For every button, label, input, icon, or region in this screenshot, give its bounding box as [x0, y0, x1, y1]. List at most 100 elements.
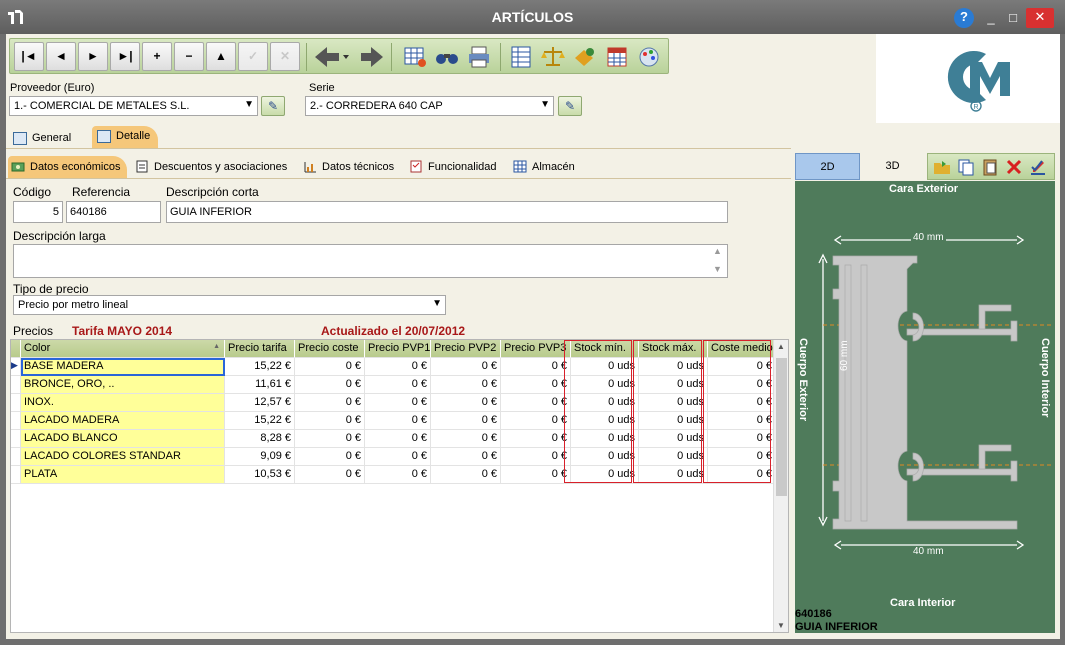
table-cell[interactable]: 0 €: [365, 466, 431, 484]
table-cell[interactable]: 0 €: [501, 412, 571, 430]
grid-header-cell[interactable]: Precio PVP2: [431, 340, 501, 358]
table-cell[interactable]: 0 €: [501, 358, 571, 376]
table-cell[interactable]: 0 €: [295, 448, 365, 466]
grid-header-cell[interactable]: Color ▲: [21, 340, 225, 358]
table-cell[interactable]: 0 €: [501, 448, 571, 466]
table-cell[interactable]: 9,09 €: [225, 448, 295, 466]
cancel-edit-button[interactable]: ✕: [270, 42, 300, 71]
help-button[interactable]: ?: [954, 8, 974, 28]
table-cell[interactable]: 0 €: [431, 448, 501, 466]
table-cell[interactable]: 0 €: [365, 358, 431, 376]
scroll-up-icon[interactable]: ▲: [713, 246, 722, 256]
grid-header-cell[interactable]: Precio coste: [295, 340, 365, 358]
confirm-button[interactable]: ✓: [238, 42, 268, 71]
palette-icon[interactable]: [636, 44, 662, 70]
table-cell[interactable]: LACADO COLORES STANDAR: [21, 448, 225, 466]
table-cell[interactable]: 0 €: [295, 394, 365, 412]
scroll-down-icon[interactable]: ▼: [777, 621, 785, 630]
scroll-thumb[interactable]: [776, 358, 787, 496]
referencia-input[interactable]: 640186: [66, 201, 161, 223]
sort-ascending-icon[interactable]: ▲: [213, 343, 220, 350]
table-cell[interactable]: INOX.: [21, 394, 225, 412]
minimize-button[interactable]: _: [980, 9, 1002, 27]
tab-general[interactable]: General: [8, 128, 79, 150]
table-cell[interactable]: 11,61 €: [225, 376, 295, 394]
printer-icon[interactable]: [466, 44, 492, 70]
table-cell[interactable]: 0 €: [295, 358, 365, 376]
grid-header-cell[interactable]: Precio tarifa: [225, 340, 295, 358]
table-grid-icon[interactable]: [402, 44, 428, 70]
close-button[interactable]: ✕: [1026, 8, 1054, 28]
table-cell[interactable]: BASE MADERA: [21, 358, 225, 376]
table-cell[interactable]: 0 €: [365, 376, 431, 394]
back-arrow-icon[interactable]: [313, 44, 349, 70]
table-cell[interactable]: LACADO BLANCO: [21, 430, 225, 448]
edit-record-button[interactable]: ▲: [206, 42, 236, 71]
forward-arrow-icon[interactable]: [359, 44, 385, 70]
copy-icon[interactable]: [956, 157, 976, 177]
grid-header-cell[interactable]: Precio PVP3: [501, 340, 571, 358]
table-cell[interactable]: 15,22 €: [225, 412, 295, 430]
table-cell[interactable]: 0 €: [365, 448, 431, 466]
table-cell[interactable]: 0 €: [365, 394, 431, 412]
codigo-input[interactable]: 5: [13, 201, 63, 223]
add-record-button[interactable]: +: [142, 42, 172, 71]
previous-record-button[interactable]: ◄: [46, 42, 76, 71]
table-cell[interactable]: 0 €: [295, 466, 365, 484]
table-cell[interactable]: 10,53 €: [225, 466, 295, 484]
descripcion-larga-textarea[interactable]: [13, 244, 728, 278]
subtab-datos-tecnicos[interactable]: Datos técnicos: [300, 156, 400, 178]
table-cell[interactable]: 0 €: [431, 412, 501, 430]
table-cell[interactable]: 0 €: [501, 430, 571, 448]
tipo-precio-select[interactable]: Precio por metro lineal ▼: [13, 295, 446, 315]
subtab-funcionalidad[interactable]: Funcionalidad: [406, 156, 503, 178]
table-cell[interactable]: 0 €: [431, 394, 501, 412]
edit-proveedor-button[interactable]: ✎: [261, 96, 285, 116]
table-cell[interactable]: 0 €: [365, 412, 431, 430]
paste-icon[interactable]: [980, 157, 1000, 177]
calendar-grid-icon[interactable]: [604, 44, 630, 70]
table-cell[interactable]: 0 €: [431, 466, 501, 484]
table-cell[interactable]: 0 €: [501, 466, 571, 484]
scroll-up-icon[interactable]: ▲: [777, 342, 785, 351]
grid-scrollbar[interactable]: ▲ ▼: [773, 340, 788, 632]
grid-header-cell[interactable]: Precio PVP1: [365, 340, 431, 358]
table-cell[interactable]: LACADO MADERA: [21, 412, 225, 430]
open-folder-icon[interactable]: [932, 157, 952, 177]
view-3d-button[interactable]: 3D: [860, 153, 925, 180]
spreadsheet-icon[interactable]: [508, 44, 534, 70]
proveedor-select[interactable]: 1.- COMERCIAL DE METALES S.L. ▼: [9, 96, 258, 116]
table-cell[interactable]: BRONCE, ORO, ..: [21, 376, 225, 394]
view-2d-button[interactable]: 2D: [795, 153, 860, 180]
tools-icon[interactable]: [572, 44, 598, 70]
subtab-descuentos[interactable]: Descuentos y asociaciones: [132, 156, 293, 178]
prices-grid[interactable]: Color ▲ Precio tarifa Precio coste Precio PV…: [10, 339, 789, 633]
edit-drawing-icon[interactable]: [1028, 157, 1048, 177]
table-cell[interactable]: 8,28 €: [225, 430, 295, 448]
descripcion-corta-input[interactable]: GUIA INFERIOR: [166, 201, 728, 223]
delete-record-button[interactable]: −: [174, 42, 204, 71]
subtab-datos-economicos[interactable]: Datos económicos: [8, 156, 127, 178]
last-record-button[interactable]: ►|: [110, 42, 140, 71]
balance-scale-icon[interactable]: [540, 44, 566, 70]
table-cell[interactable]: 0 €: [431, 358, 501, 376]
first-record-button[interactable]: |◄: [14, 42, 44, 71]
table-cell[interactable]: 0 €: [295, 376, 365, 394]
edit-serie-button[interactable]: ✎: [558, 96, 582, 116]
delete-icon[interactable]: [1004, 157, 1024, 177]
table-cell[interactable]: 15,22 €: [225, 358, 295, 376]
serie-select[interactable]: 2.- CORREDERA 640 CAP ▼: [305, 96, 554, 116]
maximize-button[interactable]: □: [1002, 9, 1024, 27]
subtab-almacen[interactable]: Almacén: [510, 156, 581, 178]
table-cell[interactable]: 0 €: [295, 430, 365, 448]
table-cell[interactable]: PLATA: [21, 466, 225, 484]
next-record-button[interactable]: ►: [78, 42, 108, 71]
table-cell[interactable]: 0 €: [295, 412, 365, 430]
table-cell[interactable]: 0 €: [431, 430, 501, 448]
table-cell[interactable]: 0 €: [365, 430, 431, 448]
table-cell[interactable]: 0 €: [501, 376, 571, 394]
table-cell[interactable]: 0 €: [501, 394, 571, 412]
scroll-down-icon[interactable]: ▼: [713, 264, 722, 274]
table-cell[interactable]: 0 €: [431, 376, 501, 394]
tab-detalle[interactable]: Detalle: [92, 126, 159, 149]
